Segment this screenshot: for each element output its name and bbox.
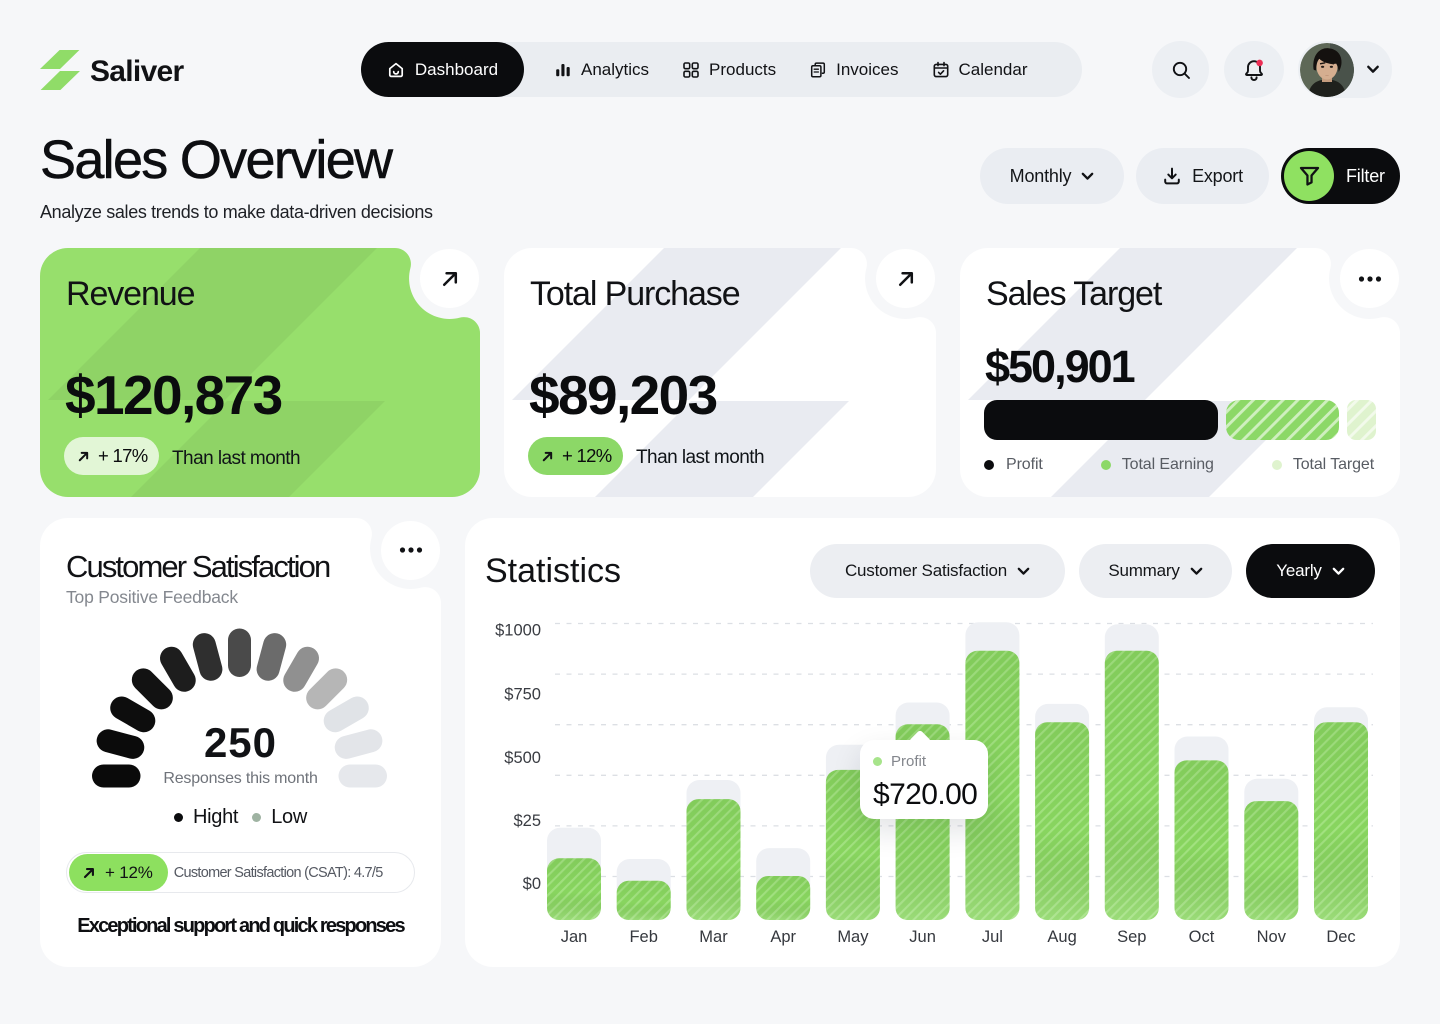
svg-text:Oct: Oct [1189, 928, 1215, 946]
svg-text:$0: $0 [523, 875, 541, 893]
svg-text:Sep: Sep [1117, 928, 1146, 946]
svg-text:Jun: Jun [909, 928, 936, 946]
svg-text:$25: $25 [513, 812, 541, 830]
svg-text:$1000: $1000 [495, 622, 541, 640]
svg-text:Jul: Jul [982, 928, 1003, 946]
svg-text:May: May [837, 928, 869, 946]
svg-text:Dec: Dec [1326, 928, 1355, 946]
svg-text:Mar: Mar [699, 928, 728, 946]
svg-text:$750: $750 [504, 686, 541, 704]
svg-text:Apr: Apr [770, 928, 796, 946]
svg-text:$500: $500 [504, 749, 541, 767]
svg-text:Jan: Jan [561, 928, 588, 946]
svg-text:Aug: Aug [1047, 928, 1076, 946]
svg-text:Feb: Feb [629, 928, 657, 946]
svg-text:Nov: Nov [1257, 928, 1287, 946]
